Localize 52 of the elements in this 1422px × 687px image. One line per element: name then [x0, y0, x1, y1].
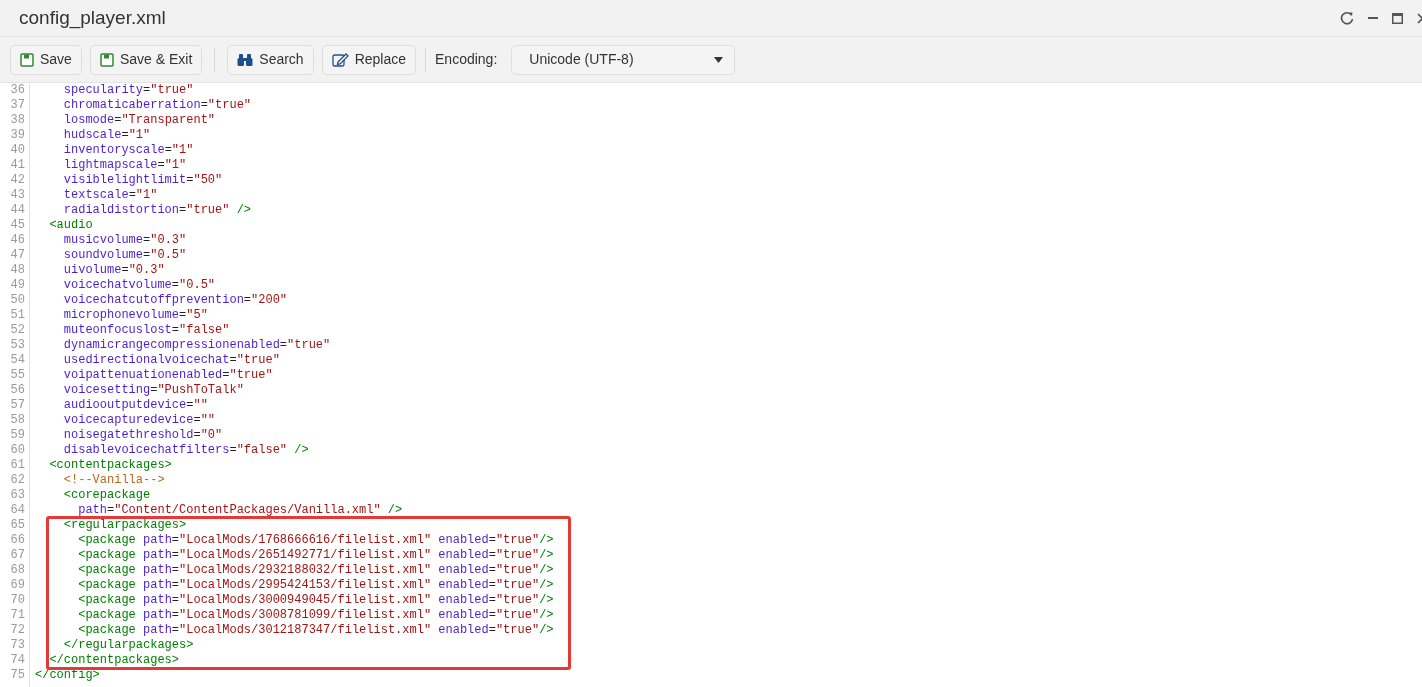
save-button[interactable]: Save & Exit [89, 44, 203, 75]
code-line: <package path="LocalMods/3012187347/filelist.xml" enabled="true"/> [77, 623, 554, 638]
code-line: <corepackage [62, 488, 151, 503]
search-button[interactable]: Search [227, 44, 314, 75]
code-line: lightmapscale="1" [62, 158, 187, 173]
code-line: dynamicrangecompressionenabled="true" [62, 338, 331, 353]
code-line: specularity="true" [62, 83, 194, 98]
code-line: microphonevolume="5" [62, 308, 208, 323]
code-line: losmode="Transparent" [62, 113, 216, 128]
replace-button[interactable]: Replace [321, 44, 417, 75]
code-line: </contentpackages> [48, 653, 180, 668]
code-line: </config> [34, 668, 100, 683]
code-line: <!--Vanilla--> [62, 473, 165, 488]
save-button[interactable]: Save [10, 44, 82, 75]
code-line: </regularpackages> [62, 638, 194, 653]
code-line: voicecapturedevice="" [62, 413, 216, 428]
code-line: <regularpackages> [62, 518, 187, 533]
code-line: <package path="LocalMods/3008781099/filelist.xml" enabled="true"/> [77, 608, 554, 623]
code-line: <package path="LocalMods/2995424153/filelist.xml" enabled="true"/> [77, 578, 554, 593]
code-line: usedirectionalvoicechat="true" [62, 353, 280, 368]
code-line: <package path="LocalMods/1768666616/filelist.xml" enabled="true"/> [77, 533, 554, 548]
code-line: voicechatvolume="0.5" [62, 278, 216, 293]
code-line: musicvolume="0.3" [62, 233, 187, 248]
code-line: voicesetting="PushToTalk" [62, 383, 244, 398]
binoculars-icon [237, 52, 254, 67]
code-line: <contentpackages> [48, 458, 172, 473]
code-line: <audio [48, 218, 93, 233]
maximize-icon[interactable] [1392, 12, 1403, 24]
code-line: visiblelightlimit="50" [62, 173, 223, 188]
code-line: inventoryscale="1" [62, 143, 194, 158]
code-line: <package path="LocalMods/2932188032/filelist.xml" enabled="true"/> [77, 563, 554, 578]
code-line: chromaticaberration="true" [62, 98, 252, 113]
code-line: <package path="LocalMods/3000949045/filelist.xml" enabled="true"/> [77, 593, 554, 608]
code-line: <package path="LocalMods/2651492771/filelist.xml" enabled="true"/> [77, 548, 554, 563]
encoding-dropdown[interactable]: Unicode (UTF-8) [511, 44, 736, 75]
encoding-label: Encoding: [435, 50, 498, 69]
code-line: voicechatcutoffprevention="200" [62, 293, 288, 308]
code-line: voipattenuationenabled="true" [62, 368, 273, 383]
code-line: noisegatethreshold="0" [62, 428, 223, 443]
code-line: soundvolume="0.5" [62, 248, 187, 263]
pen-on-square-icon [331, 52, 349, 67]
code-line: path="Content/ContentPackages/Vanilla.xml" /> [77, 503, 403, 518]
window-title: config_player.xml [19, 5, 166, 31]
code-line: audiooutputdevice="" [62, 398, 208, 413]
code-line: disablevoicechatfilters="false" /> [62, 443, 309, 458]
code-line: radialdistortion="true" /> [62, 203, 252, 218]
code-line: muteonfocuslost="false" [62, 323, 230, 338]
code-line: textscale="1" [62, 188, 158, 203]
code-line: hudscale="1" [62, 128, 151, 143]
refresh-icon[interactable] [1340, 11, 1354, 25]
code-line: uivolume="0.3" [62, 263, 165, 278]
caret-icon [714, 56, 724, 63]
